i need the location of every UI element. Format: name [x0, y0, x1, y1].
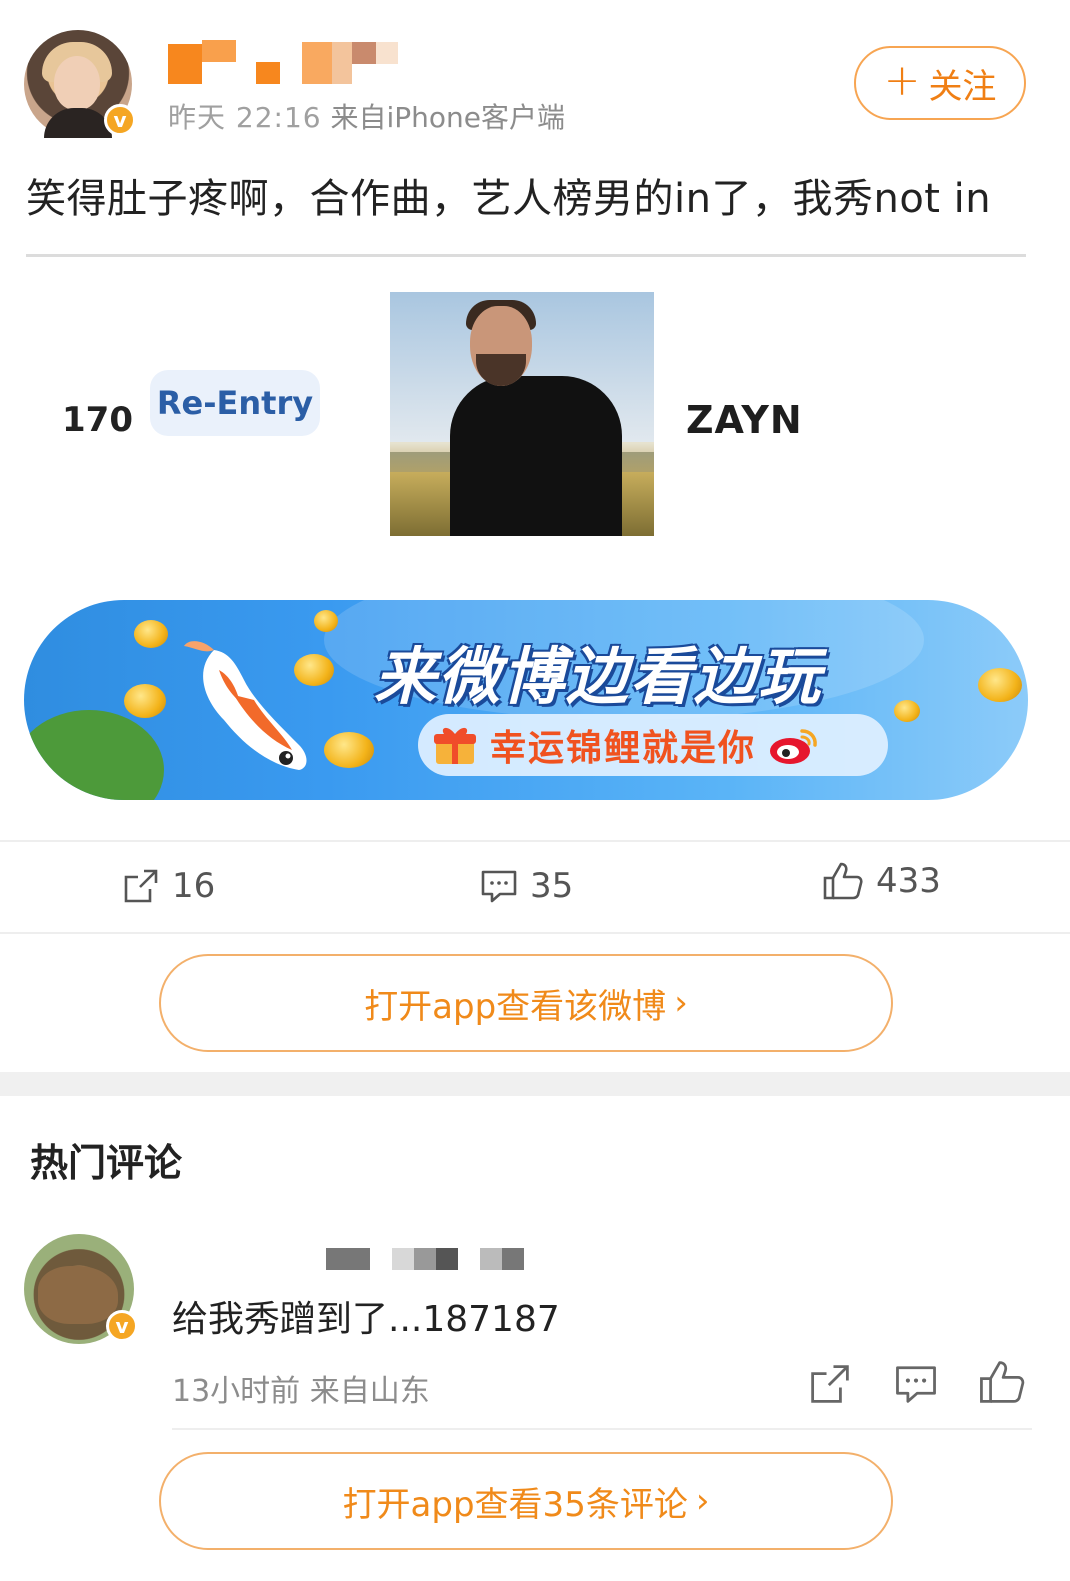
chevron-right-icon: › [695, 1481, 710, 1521]
coin-icon [978, 668, 1022, 702]
post-action-bar: 16 35 433 [0, 842, 1070, 932]
comment-reply-icon[interactable] [894, 1362, 938, 1406]
follow-button[interactable]: + 关注 [854, 46, 1026, 120]
post-text: 笑得肚子疼啊，合作曲，艺人榜男的in了，我秀not in [26, 176, 992, 222]
commenter-name-blurred[interactable] [326, 1248, 536, 1270]
coin-icon [124, 684, 166, 718]
comment-meta: 13小时前 来自山东 [172, 1374, 430, 1409]
follow-label: 关注 [928, 66, 997, 107]
image-top-divider [26, 254, 1026, 257]
verified-badge-icon: v [106, 1310, 138, 1342]
commenter-avatar[interactable]: v [24, 1234, 138, 1344]
open-app-post-label: 打开app查看该微博 [364, 986, 667, 1027]
comment-repost-icon[interactable] [808, 1362, 852, 1406]
hot-comments-title: 热门评论 [30, 1141, 183, 1185]
comment-divider [172, 1428, 1032, 1430]
koi-fish-icon [184, 641, 307, 770]
repost-count: 16 [172, 866, 216, 906]
promo-banner[interactable]: 来微博边看边玩 幸运锦鲤就是你 [24, 600, 1028, 800]
album-cover-image [390, 292, 654, 536]
weibo-logo-icon [770, 729, 817, 764]
comment-text: 给我秀蹭到了...187187 [172, 1299, 560, 1340]
avatar-body [44, 108, 112, 138]
post-image-chart-entry[interactable]: 170 Re-Entry ZAYN [0, 280, 1070, 550]
chart-artist: ZAYN [686, 398, 803, 442]
section-separator [0, 1072, 1070, 1096]
lotus-leaf-image [24, 710, 164, 800]
banner-subtitle-pill: 幸运锦鲤就是你 [418, 714, 888, 776]
open-app-comments-button[interactable]: 打开app查看35条评论 › [159, 1452, 893, 1550]
comment-button[interactable]: 35 [480, 866, 573, 906]
chevron-right-icon: › [674, 983, 688, 1023]
like-button[interactable]: 433 [822, 860, 941, 902]
open-app-comments-label: 打开app查看35条评论 [342, 1484, 688, 1525]
open-app-post-button[interactable]: 打开app查看该微博 › [159, 954, 893, 1052]
verified-badge-icon: v [104, 104, 136, 136]
repost-icon [124, 869, 158, 903]
actions-bottom-divider [0, 932, 1070, 934]
avatar-capybara [38, 1266, 118, 1324]
coin-icon [314, 610, 338, 632]
chart-rank: 170 [62, 400, 133, 440]
post-time: 昨天 22:16 [168, 101, 322, 134]
repost-button[interactable]: 16 [122, 866, 215, 906]
avatar-face [54, 56, 100, 110]
like-count: 433 [876, 861, 941, 901]
coin-icon [894, 700, 920, 722]
comment-like-icon[interactable] [978, 1358, 1026, 1406]
coin-icon [134, 620, 168, 648]
comment-count: 35 [530, 866, 574, 906]
gift-icon [434, 727, 476, 764]
coin-icon [324, 732, 374, 768]
plus-icon: + [883, 55, 921, 106]
thumbs-up-icon [823, 862, 863, 900]
author-name-blurred[interactable] [168, 40, 398, 86]
author-avatar[interactable]: v [24, 30, 136, 138]
banner-subtitle: 幸运锦鲤就是你 [490, 728, 757, 769]
post-header: v 昨天 22:16 来自iPhone客户端 + 关注 [0, 0, 1070, 150]
banner-title: 来微博边看边玩 [374, 640, 823, 713]
comment-icon [481, 870, 517, 903]
post-meta: 昨天 22:16 来自iPhone客户端 [168, 96, 565, 136]
chart-status-badge: Re-Entry [150, 370, 320, 436]
post-source: 来自iPhone客户端 [330, 101, 566, 134]
